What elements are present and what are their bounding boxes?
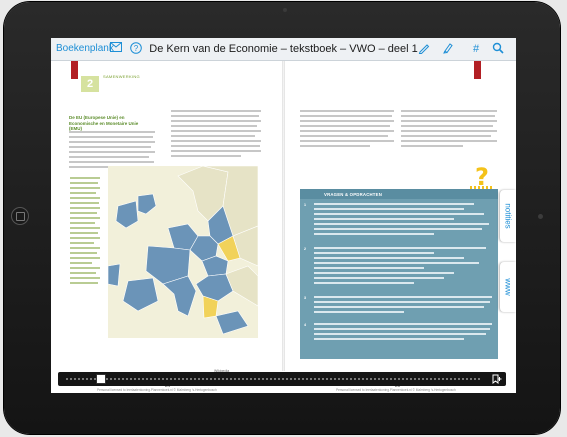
sensor-dot xyxy=(538,214,543,219)
home-button[interactable] xyxy=(11,207,29,225)
notes-tab[interactable]: notities xyxy=(500,190,516,242)
question-item: 1 xyxy=(304,203,494,238)
map-legend-text xyxy=(70,177,100,287)
europe-map xyxy=(108,166,258,338)
pencil-icon[interactable] xyxy=(417,42,431,56)
question-number: 4 xyxy=(304,323,306,327)
question-item: 4 xyxy=(304,323,494,343)
highlighter-icon[interactable] xyxy=(441,42,455,56)
chapter-label: SAMENWERKING xyxy=(103,74,140,79)
scrubber-thumb[interactable] xyxy=(96,374,106,384)
question-number: 3 xyxy=(304,296,306,300)
bookmark-ribbon-right[interactable] xyxy=(474,61,481,83)
right-page-column-2 xyxy=(401,110,497,150)
bookmark-ribbon-left[interactable] xyxy=(71,61,78,83)
question-item: 2 xyxy=(304,247,494,287)
hash-icon[interactable]: # xyxy=(469,42,483,56)
exercise-title: VRAGEN & OPDRACHTEN xyxy=(324,192,382,197)
notes-tab-label: notities xyxy=(503,203,513,229)
web-tab-label: www xyxy=(503,278,513,296)
right-page-column-1 xyxy=(300,110,394,150)
search-icon[interactable] xyxy=(491,42,505,56)
scrubber-track[interactable] xyxy=(66,378,482,380)
left-column-text xyxy=(69,131,155,171)
question-number: 1 xyxy=(304,203,306,207)
camera-icon xyxy=(283,8,287,12)
page-scrubber[interactable] xyxy=(58,372,506,386)
exercise-header: VRAGEN & OPDRACHTEN xyxy=(300,189,498,199)
left-page-footer: Personal licensed to leerlaatenkoning.Pl… xyxy=(97,388,217,392)
reader-screen: Boekenplank ? De Kern van de Economie – … xyxy=(51,38,516,393)
right-column-text xyxy=(171,110,261,160)
section-heading: De EU (Europese Unie) en Economische en … xyxy=(69,115,139,131)
question-item: 3 xyxy=(304,296,494,316)
top-toolbar: Boekenplank ? De Kern van de Economie – … xyxy=(51,38,516,61)
chapter-number: 2 xyxy=(81,76,99,92)
right-page-footer: Personal licensed to leerlaatenkoning.Pl… xyxy=(336,388,456,392)
web-tab[interactable]: www xyxy=(500,262,516,312)
bookmark-add-icon[interactable] xyxy=(492,374,502,385)
exercise-box: VRAGEN & OPDRACHTEN 1 2 3 4 xyxy=(300,189,498,359)
question-number: 2 xyxy=(304,247,306,251)
